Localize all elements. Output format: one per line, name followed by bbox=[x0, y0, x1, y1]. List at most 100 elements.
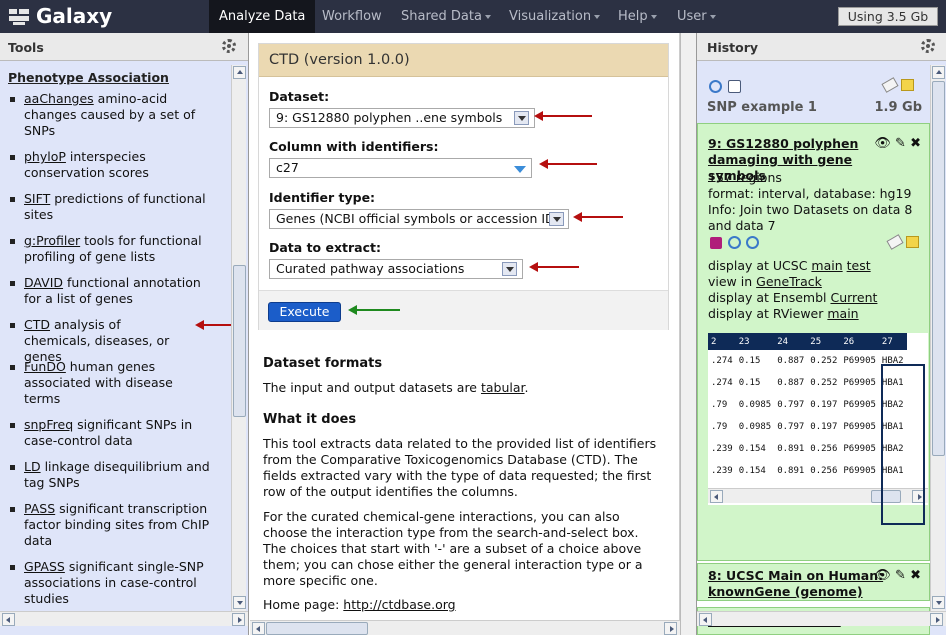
table-cell: P69905 bbox=[843, 466, 876, 476]
scroll-right-icon[interactable] bbox=[232, 613, 245, 626]
scroll-left-icon[interactable] bbox=[699, 613, 712, 626]
tool-panel-scrollbar[interactable] bbox=[231, 65, 246, 611]
chevron-down-icon[interactable] bbox=[502, 262, 517, 276]
tool-link[interactable]: GPASS bbox=[24, 559, 65, 574]
help-text: The input and output datasets are bbox=[263, 380, 481, 395]
chevron-down-icon[interactable] bbox=[514, 111, 529, 125]
table-cell: 0.0985 bbox=[738, 422, 772, 432]
help-text: Home page: bbox=[263, 597, 344, 612]
identifier-type-select[interactable]: Genes (NCBI official symbols or accessio… bbox=[269, 209, 569, 229]
gear-icon[interactable] bbox=[921, 39, 935, 53]
scroll-down-icon[interactable] bbox=[932, 596, 945, 609]
history-list: SNP example 1 1.9 Gb 9: GS12880 polyphen… bbox=[697, 65, 930, 635]
annotation-icon[interactable] bbox=[901, 79, 914, 91]
history-title: History bbox=[707, 40, 759, 55]
table-cell: .239 bbox=[711, 444, 733, 454]
column-select[interactable]: c27 bbox=[269, 158, 532, 178]
homepage-link[interactable]: http://ctdbase.org bbox=[343, 597, 455, 612]
tool-link[interactable]: CTD bbox=[24, 317, 50, 332]
table-row: .79 0.0985 0.797 0.197 P69905 HBA2 bbox=[708, 394, 907, 416]
pencil-icon[interactable]: ✎ bbox=[895, 136, 906, 151]
tab-label: Analyze Data bbox=[219, 9, 306, 24]
panel-splitter[interactable] bbox=[680, 33, 696, 635]
dataset-item: 8: UCSC Main on Human: knownGene (genome… bbox=[697, 563, 930, 601]
scroll-down-icon[interactable] bbox=[233, 596, 246, 609]
tab-workflow[interactable]: Workflow bbox=[312, 0, 392, 33]
tab-analyze-data[interactable]: Analyze Data bbox=[209, 0, 316, 33]
tool-panel-hscroll[interactable] bbox=[0, 611, 248, 626]
delete-icon[interactable]: ✖ bbox=[910, 568, 921, 583]
tool-link[interactable]: DAVID bbox=[24, 275, 63, 290]
eye-icon[interactable]: 👁 bbox=[874, 136, 891, 151]
collapse-icon[interactable] bbox=[728, 80, 741, 93]
scroll-up-icon[interactable] bbox=[233, 66, 246, 79]
table-cell: 0.197 bbox=[810, 422, 838, 432]
tool-link[interactable]: PASS bbox=[24, 501, 55, 516]
tool-link[interactable]: aaChanges bbox=[24, 91, 94, 106]
tool-link[interactable]: g:Profiler bbox=[24, 233, 80, 248]
tool-link[interactable]: FunDO bbox=[24, 359, 66, 374]
history-hscroll[interactable] bbox=[697, 611, 946, 626]
chevron-down-icon[interactable] bbox=[549, 212, 564, 226]
table-row: .239 0.154 0.891 0.256 P69905 HBA2 bbox=[708, 438, 907, 460]
tool-link[interactable]: snpFreq bbox=[24, 417, 73, 432]
gear-icon[interactable] bbox=[222, 39, 236, 53]
scroll-thumb[interactable] bbox=[266, 622, 368, 635]
tag-icon[interactable] bbox=[886, 234, 904, 250]
column-header: 26 bbox=[840, 333, 879, 350]
tool-item-gpass: GPASS significant single-SNP association… bbox=[10, 559, 210, 607]
ensembl-current-link[interactable]: Current bbox=[830, 290, 877, 305]
tab-shared-data[interactable]: Shared Data bbox=[391, 0, 501, 33]
ucsc-main-link[interactable]: main bbox=[811, 258, 842, 273]
save-icon[interactable] bbox=[710, 237, 722, 249]
tool-link[interactable]: SIFT bbox=[24, 191, 50, 206]
pencil-icon[interactable]: ✎ bbox=[895, 568, 906, 583]
display-ucsc: display at UCSC main test bbox=[708, 258, 871, 274]
data-to-extract-select[interactable]: Curated pathway associations bbox=[269, 259, 523, 279]
delete-icon[interactable]: ✖ bbox=[910, 136, 921, 151]
eye-icon[interactable]: 👁 bbox=[874, 568, 891, 583]
dataset-select[interactable]: 9: GS12880 polyphen ..ene symbols bbox=[269, 108, 535, 128]
annotation-arrow bbox=[348, 305, 400, 315]
ucsc-test-link[interactable]: test bbox=[847, 258, 871, 273]
table-cell: .274 bbox=[711, 356, 733, 366]
table-cell: 0.797 bbox=[777, 422, 805, 432]
tool-form: CTD (version 1.0.0) Dataset: 9: GS12880 … bbox=[258, 43, 669, 330]
execute-button[interactable]: Execute bbox=[268, 302, 341, 322]
help-text: . bbox=[524, 380, 529, 395]
tool-link[interactable]: phyloP bbox=[24, 149, 66, 164]
scroll-thumb[interactable] bbox=[932, 81, 945, 456]
scroll-right-icon[interactable] bbox=[664, 622, 677, 635]
scroll-thumb[interactable] bbox=[233, 265, 246, 417]
scroll-left-icon[interactable] bbox=[710, 490, 723, 503]
rerun-icon[interactable] bbox=[746, 236, 759, 249]
dataset-actions: 👁 ✎ ✖ bbox=[874, 568, 921, 583]
history-scrollbar[interactable] bbox=[930, 65, 945, 611]
scroll-up-icon[interactable] bbox=[932, 66, 945, 79]
table-cell: P69905 bbox=[843, 400, 876, 410]
annotation-icon[interactable] bbox=[906, 236, 919, 248]
table-cell: 0.797 bbox=[777, 400, 805, 410]
dataset-info: Info: Join two Datasets on data 8 and da… bbox=[708, 202, 913, 233]
genetrack-link[interactable]: GeneTrack bbox=[756, 274, 822, 289]
dataset-actions: 👁 ✎ ✖ bbox=[874, 136, 921, 151]
tool-link[interactable]: LD bbox=[24, 459, 41, 474]
info-icon[interactable] bbox=[728, 236, 741, 249]
scroll-right-icon[interactable] bbox=[930, 613, 943, 626]
help-formats-text: The input and output datasets are tabula… bbox=[263, 380, 663, 396]
tag-icon[interactable] bbox=[881, 77, 899, 93]
tab-visualization[interactable]: Visualization bbox=[499, 0, 610, 33]
refresh-icon[interactable] bbox=[709, 80, 722, 93]
tabular-link[interactable]: tabular bbox=[481, 380, 525, 395]
brand[interactable]: Galaxy bbox=[8, 4, 112, 28]
scroll-left-icon[interactable] bbox=[2, 613, 15, 626]
history-name[interactable]: SNP example 1 bbox=[707, 100, 817, 115]
tab-help[interactable]: Help bbox=[608, 0, 667, 33]
rviewer-main-link[interactable]: main bbox=[827, 306, 858, 321]
scroll-left-icon[interactable] bbox=[252, 622, 265, 635]
tab-user[interactable]: User bbox=[667, 0, 726, 33]
chevron-down-icon bbox=[594, 14, 601, 19]
annotation-arrow bbox=[573, 212, 623, 222]
center-hscroll[interactable] bbox=[250, 620, 680, 635]
tool-section-title[interactable]: Phenotype Association bbox=[8, 70, 169, 85]
